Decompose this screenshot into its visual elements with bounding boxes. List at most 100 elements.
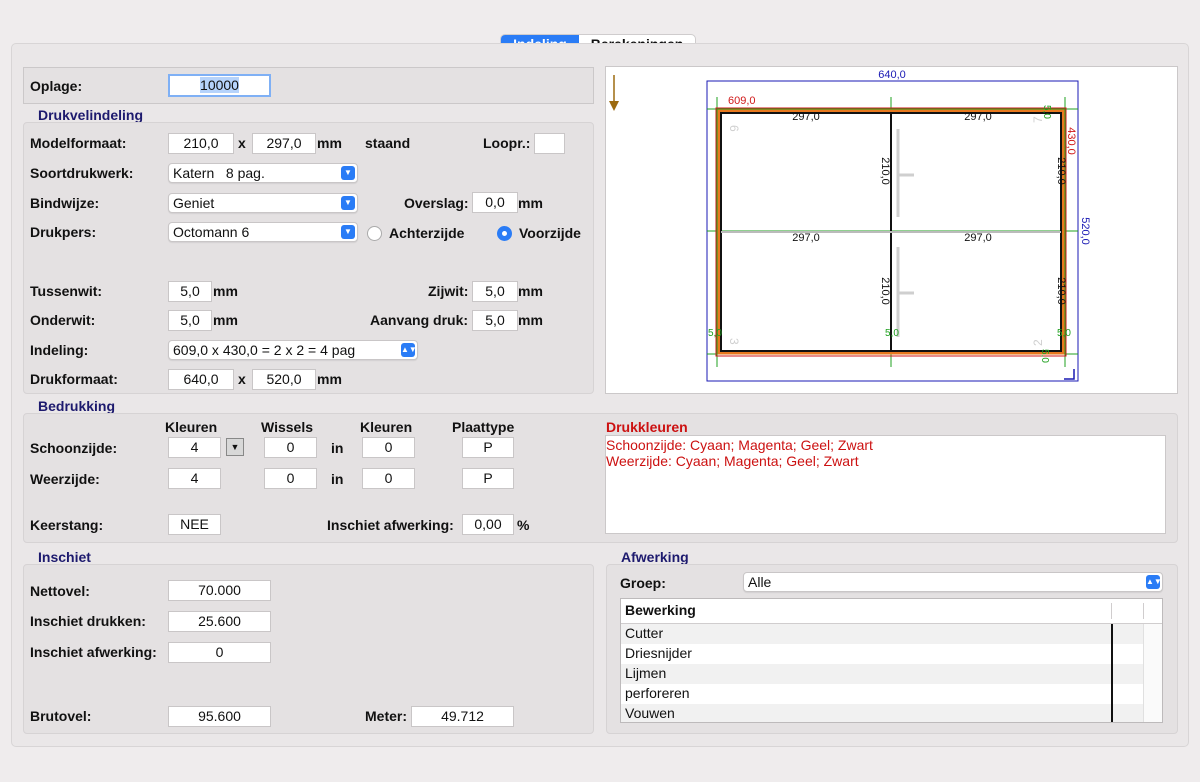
schoonzijde-kleuren-input[interactable]: 4: [168, 437, 221, 458]
page-number-3: 3: [727, 338, 741, 345]
modelformaat-unit: mm: [317, 135, 342, 151]
oplage-input[interactable]: 10000: [168, 74, 271, 97]
weerzijde-in-label: in: [331, 471, 344, 487]
meter-input[interactable]: 49.712: [411, 706, 514, 727]
drukkleuren-line-1: Schoonzijde: Cyaan; Magenta; Geel; Zwart: [606, 437, 873, 453]
schoonzijde-plaattype-input[interactable]: P: [462, 437, 514, 458]
voorzijde-radio[interactable]: [497, 226, 512, 241]
header-divider: [1143, 603, 1144, 619]
page-number-1: 6: [727, 125, 741, 132]
loopr-label: Loopr.:: [483, 135, 531, 151]
list-item-label: Driesnijder: [625, 645, 692, 661]
schoonzijde-kleuren2-input[interactable]: 0: [362, 437, 415, 458]
soortdrukwerk-select[interactable]: Katern 8 pag. ▼: [168, 163, 358, 183]
page-height-label-2: 210,0: [1055, 157, 1067, 185]
drukformaat-width-input[interactable]: 640,0: [168, 369, 234, 390]
inschiet-afwerking-input[interactable]: 0: [168, 642, 271, 663]
schoonzijde-wissels-input[interactable]: 0: [264, 437, 317, 458]
brutovel-input[interactable]: 95.600: [168, 706, 271, 727]
onderwit-unit: mm: [213, 312, 238, 328]
inschiet-afwerking-pct-input[interactable]: 0,00: [462, 514, 514, 535]
achterzijde-label: Achterzijde: [389, 225, 465, 241]
triangle-down-icon: ▼: [230, 442, 240, 452]
drukkleuren-title: Drukkleuren: [606, 419, 688, 435]
indeling-select[interactable]: 609,0 x 430,0 = 2 x 2 = 4 pag ▲▼: [168, 340, 418, 360]
scrollbar-track[interactable]: [1143, 624, 1162, 722]
bewerking-header[interactable]: Bewerking: [621, 599, 1162, 624]
weerzijde-kleuren-input[interactable]: 4: [168, 468, 221, 489]
modelformaat-label: Modelformaat:: [30, 135, 127, 151]
tussenwit-unit: mm: [213, 283, 238, 299]
inschiet-drukken-input[interactable]: 25.600: [168, 611, 271, 632]
margin-label-bm: 5,0: [885, 328, 899, 339]
overslag-unit: mm: [518, 195, 543, 211]
kleuren-dropdown-button[interactable]: ▼: [226, 438, 244, 456]
indeling-value: 609,0 x 430,0 = 2 x 2 = 4 pag: [173, 342, 356, 358]
bewerking-table: Bewerking Cutter Driesnijder Lijmen perf…: [620, 598, 1163, 723]
column-divider: [1111, 624, 1113, 722]
groep-select[interactable]: Alle ▲▼: [743, 572, 1163, 592]
page-height-label-4: 210,0: [1055, 277, 1067, 305]
list-item[interactable]: Lijmen: [621, 664, 1143, 684]
page-height-label-1: 210,0: [879, 157, 891, 185]
list-item[interactable]: perforeren: [621, 684, 1143, 704]
layout-preview: 640,0 520,0 609,0 430,0 297,0 297,0 297,…: [605, 66, 1178, 394]
onderwit-label: Onderwit:: [30, 312, 96, 328]
weerzijde-plaattype-input[interactable]: P: [462, 468, 514, 489]
bindwijze-select[interactable]: Geniet ▼: [168, 193, 358, 213]
loopr-input[interactable]: [534, 133, 565, 154]
margin-label-br: 5,0: [1057, 328, 1071, 339]
aanvang-druk-label: Aanvang druk:: [370, 312, 469, 328]
oplage-value: 10000: [200, 77, 239, 93]
schoonzijde-in-label: in: [331, 440, 344, 456]
arrow-icon: [609, 101, 619, 111]
sheet-height-label: 520,0: [1079, 217, 1091, 245]
layout-height-label: 430,0: [1065, 127, 1077, 155]
schoonzijde-label: Schoonzijde:: [30, 440, 118, 456]
onderwit-input[interactable]: 5,0: [168, 310, 212, 331]
zijwit-input[interactable]: 5,0: [472, 281, 518, 302]
aanvang-druk-unit: mm: [518, 312, 543, 328]
tussenwit-input[interactable]: 5,0: [168, 281, 212, 302]
list-item-label: perforeren: [625, 685, 690, 701]
bindwijze-value: Geniet: [173, 195, 215, 211]
groep-label: Groep:: [620, 575, 666, 591]
chevron-updown-icon: ▲▼: [401, 343, 417, 357]
corner-mark: [1064, 369, 1075, 380]
drukformaat-label: Drukformaat:: [30, 371, 118, 387]
drukkleuren-line-2: Weerzijde: Cyaan; Magenta; Geel; Zwart: [606, 453, 859, 469]
groep-value: Alle: [748, 574, 772, 590]
list-item[interactable]: Vouwen: [621, 704, 1143, 722]
overslag-input[interactable]: 0,0: [472, 192, 518, 213]
oplage-label: Oplage:: [30, 78, 83, 94]
header-wissels: Wissels: [261, 419, 314, 435]
header-plaattype: Plaattype: [452, 419, 515, 435]
aanvang-druk-input[interactable]: 5,0: [472, 310, 518, 331]
list-item[interactable]: Cutter: [621, 624, 1143, 644]
drukpers-value: Octomann 6: [173, 224, 250, 240]
nettovel-input[interactable]: 70.000: [168, 580, 271, 601]
page-number-4: 2: [1031, 339, 1045, 346]
weerzijde-label: Weerzijde:: [30, 471, 100, 487]
layout-width-label: 609,0: [728, 95, 756, 107]
voorzijde-label: Voorzijde: [519, 225, 581, 241]
list-item[interactable]: Driesnijder: [621, 644, 1143, 664]
chevron-down-icon: ▼: [341, 196, 355, 210]
header-kleuren-2: Kleuren: [360, 419, 413, 435]
layout-preview-svg: 640,0 520,0 609,0 430,0 297,0 297,0 297,…: [609, 69, 1091, 382]
soortdrukwerk-label: Soortdrukwerk:: [30, 165, 134, 181]
modelformaat-height-input[interactable]: 297,0: [252, 133, 316, 154]
achterzijde-radio[interactable]: [367, 226, 382, 241]
weerzijde-wissels-input[interactable]: 0: [264, 468, 317, 489]
modelformaat-width-input[interactable]: 210,0: [168, 133, 234, 154]
page-width-label-4: 297,0: [964, 232, 992, 244]
inschiet-afwerking-label: Inschiet afwerking:: [30, 644, 157, 660]
modelformaat-x: x: [238, 135, 246, 151]
drukformaat-unit: mm: [317, 371, 342, 387]
drukpers-select[interactable]: Octomann 6 ▼: [168, 222, 358, 242]
margin-label-bl: 5,0: [708, 328, 722, 339]
drukformaat-height-input[interactable]: 520,0: [252, 369, 316, 390]
keerstang-input[interactable]: NEE: [168, 514, 221, 535]
weerzijde-kleuren2-input[interactable]: 0: [362, 468, 415, 489]
page-width-label-3: 297,0: [792, 232, 820, 244]
